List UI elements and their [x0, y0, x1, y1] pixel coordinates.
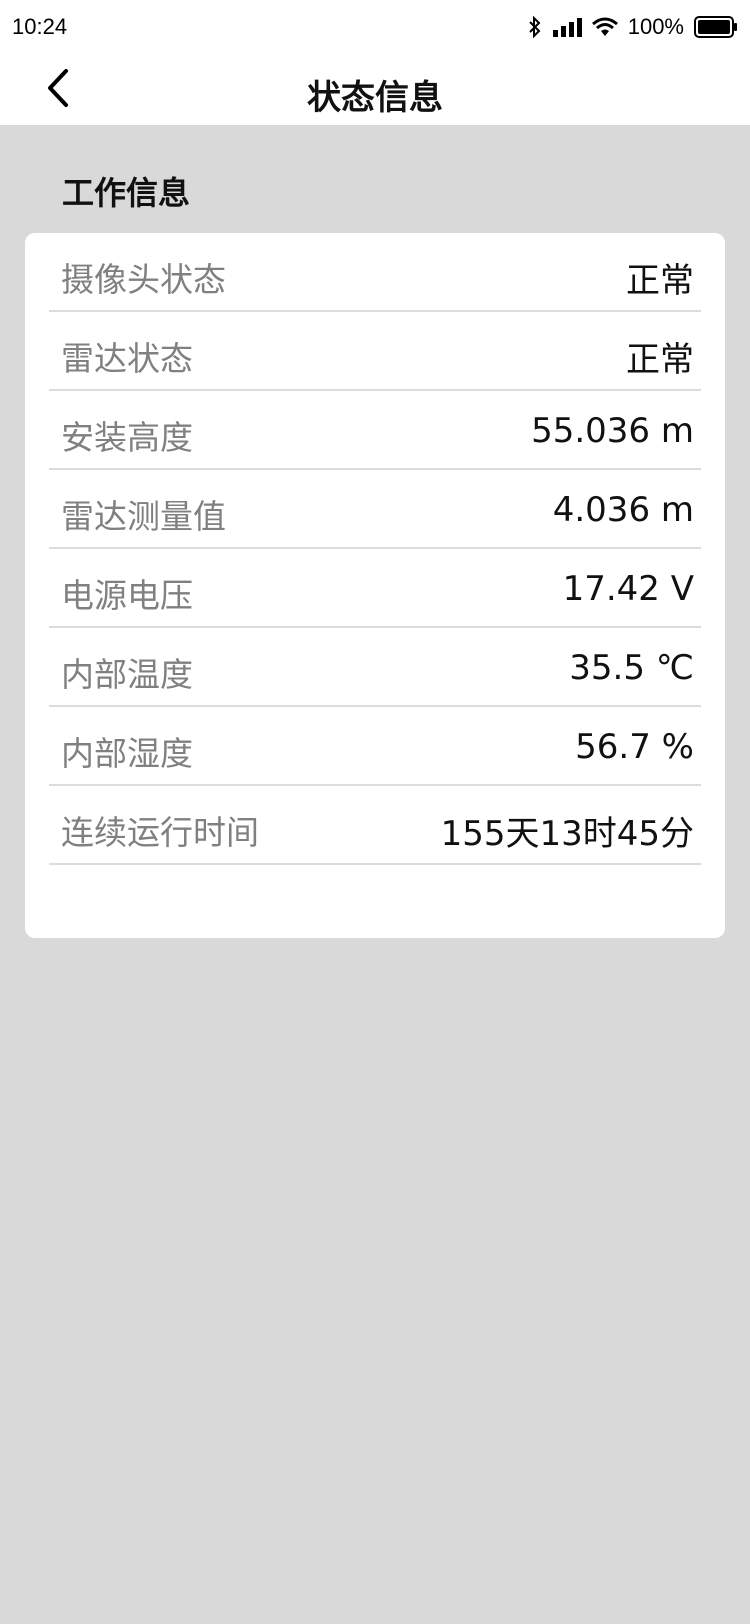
- info-value: 55.036 m: [531, 411, 694, 451]
- page-title: 状态信息: [307, 78, 443, 118]
- info-value: 155天13时45分: [440, 814, 694, 854]
- info-list: 摄像头状态 正常 雷达状态 正常 安装高度 55.036 m 雷达测量值 4.0…: [49, 233, 701, 865]
- info-value: 56.7 %: [575, 727, 694, 767]
- info-label: 摄像头状态: [61, 260, 226, 299]
- info-row-install-height: 安装高度 55.036 m: [49, 391, 701, 470]
- info-row-radar-status: 雷达状态 正常: [49, 312, 701, 391]
- battery-percentage: 100%: [627, 14, 684, 39]
- info-label: 雷达状态: [61, 339, 193, 378]
- info-row-radar-measurement: 雷达测量值 4.036 m: [49, 470, 701, 549]
- info-label: 内部温度: [61, 655, 193, 694]
- status-icons: 100%: [518, 12, 738, 42]
- info-row-internal-humidity: 内部湿度 56.7 %: [49, 707, 701, 786]
- signal-icon: [552, 17, 582, 37]
- info-card: 摄像头状态 正常 雷达状态 正常 安装高度 55.036 m 雷达测量值 4.0…: [25, 233, 725, 938]
- info-value: 17.42 V: [562, 569, 694, 609]
- info-row-continuous-runtime: 连续运行时间 155天13时45分: [49, 786, 701, 865]
- wifi-icon: [591, 17, 618, 37]
- info-label: 内部湿度: [61, 734, 193, 773]
- battery-icon: [694, 16, 738, 38]
- nav-bar: 状态信息: [0, 56, 750, 125]
- info-value: 4.036 m: [552, 490, 694, 530]
- info-label: 电源电压: [61, 576, 193, 615]
- info-row-camera-status: 摄像头状态 正常: [49, 233, 701, 312]
- bluetooth-icon: [528, 16, 542, 38]
- status-time: 10:24: [12, 14, 68, 39]
- section-title: 工作信息: [62, 174, 191, 212]
- info-row-power-voltage: 电源电压 17.42 V: [49, 549, 701, 628]
- info-value: 正常: [626, 261, 694, 301]
- info-label: 安装高度: [61, 418, 193, 457]
- info-row-internal-temperature: 内部温度 35.5 ℃: [49, 628, 701, 707]
- status-bar: 10:24 100%: [0, 0, 750, 56]
- info-label: 连续运行时间: [61, 813, 259, 852]
- info-value: 35.5 ℃: [569, 648, 694, 688]
- info-label: 雷达测量值: [61, 497, 226, 536]
- info-value: 正常: [626, 340, 694, 380]
